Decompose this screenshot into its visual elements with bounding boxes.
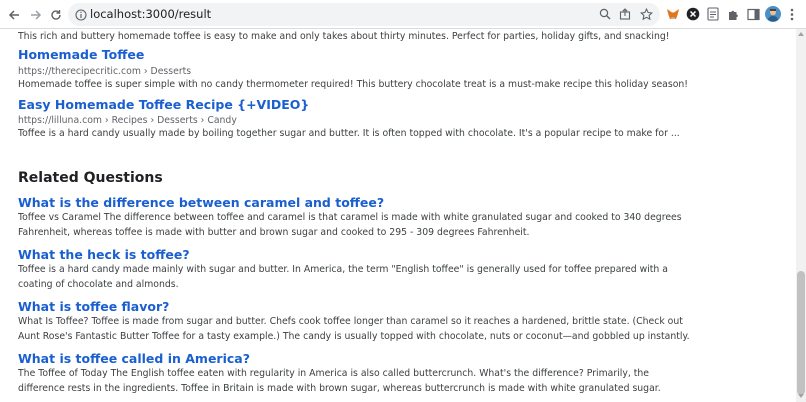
zoom-icon[interactable] — [598, 7, 612, 21]
page-scrollbar[interactable] — [796, 29, 806, 402]
related-question-link[interactable]: What is toffee flavor? — [18, 299, 169, 314]
metamask-fox-icon[interactable] — [666, 7, 680, 21]
back-arrow-icon[interactable] — [3, 4, 25, 26]
result-url: https://therecipecritic.com › Desserts — [18, 66, 192, 77]
related-question-answer: The Toffee of Today The English toffee e… — [18, 368, 661, 394]
url-text[interactable]: localhost:3000/result — [90, 7, 211, 21]
result-snippet: This rich and buttery homemade toffee is… — [18, 31, 670, 42]
related-question-link[interactable]: What is the difference between caramel a… — [18, 195, 384, 210]
reload-icon[interactable] — [45, 4, 67, 26]
result-title-link[interactable]: Homemade Toffee — [18, 47, 144, 62]
forward-arrow-icon[interactable] — [25, 4, 47, 26]
related-question-answer: Toffee vs Caramel The difference between… — [18, 212, 682, 238]
related-question-answer: What Is Toffee? Toffee is made from suga… — [18, 316, 690, 342]
result-description: Toffee is a hard candy usually made by b… — [18, 128, 680, 139]
address-bar[interactable]: localhost:3000/result — [68, 3, 660, 26]
scroll-down-arrow-icon[interactable] — [798, 394, 804, 398]
site-info-icon[interactable] — [75, 8, 87, 26]
profile-avatar-icon[interactable] — [765, 6, 781, 22]
related-question-link[interactable]: What the heck is toffee? — [18, 247, 190, 262]
scroll-up-arrow-icon[interactable] — [798, 32, 804, 36]
browser-toolbar: localhost:3000/result — [0, 0, 806, 29]
bookmark-star-icon[interactable] — [639, 7, 653, 21]
related-question-answer: Toffee is a hard candy made mainly with … — [18, 264, 668, 290]
result-url: https://lilluna.com › Recipes › Desserts… — [18, 115, 237, 126]
related-questions-heading: Related Questions — [18, 170, 163, 186]
menu-dots-icon[interactable] — [787, 7, 797, 21]
puzzle-extensions-icon[interactable] — [726, 7, 740, 21]
result-description: Homemade toffee is super simple with no … — [18, 79, 689, 90]
share-icon[interactable] — [618, 7, 632, 21]
side-panel-icon[interactable] — [746, 7, 760, 21]
related-question-link[interactable]: What is toffee called in America? — [18, 351, 250, 366]
page-content: This rich and buttery homemade toffee is… — [0, 29, 796, 402]
x-extension-icon[interactable] — [686, 7, 700, 21]
result-title-link[interactable]: Easy Homemade Toffee Recipe {+VIDEO} — [18, 97, 309, 112]
document-extension-icon[interactable] — [706, 7, 720, 21]
scroll-thumb[interactable] — [797, 271, 805, 395]
